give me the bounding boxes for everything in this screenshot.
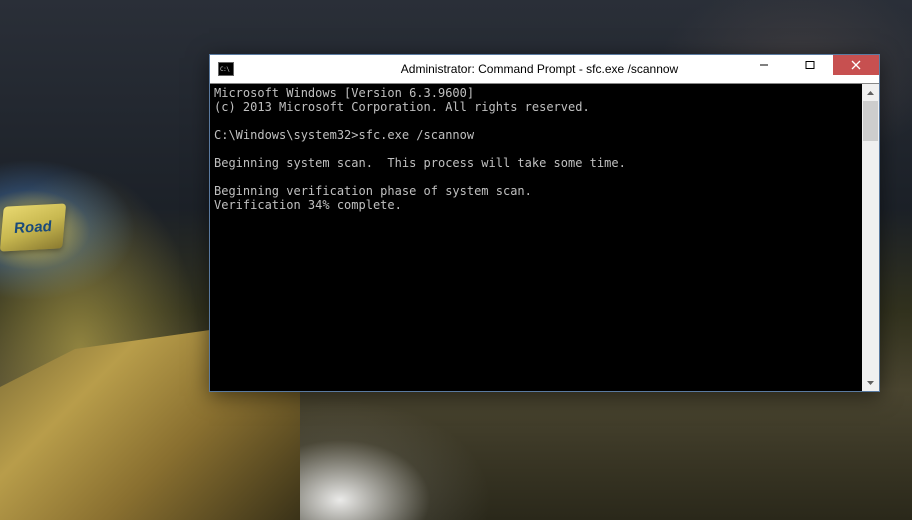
maximize-button[interactable] (787, 55, 833, 75)
minimize-button[interactable] (741, 55, 787, 75)
scroll-down-button[interactable] (862, 374, 879, 391)
scroll-thumb[interactable] (863, 101, 878, 141)
minimize-icon (759, 60, 769, 70)
chevron-down-icon (867, 381, 874, 385)
command-prompt-window[interactable]: Administrator: Command Prompt - sfc.exe … (209, 54, 880, 392)
window-controls (741, 55, 879, 75)
scroll-up-button[interactable] (862, 84, 879, 101)
close-icon (851, 60, 861, 70)
console-output[interactable]: Microsoft Windows [Version 6.3.9600] (c)… (210, 84, 862, 391)
console-area: Microsoft Windows [Version 6.3.9600] (c)… (210, 83, 879, 391)
maximize-icon (805, 60, 815, 70)
titlebar[interactable]: Administrator: Command Prompt - sfc.exe … (210, 55, 879, 83)
close-button[interactable] (833, 55, 879, 75)
wallpaper-sign: Road (0, 203, 66, 251)
cmd-icon (218, 62, 234, 76)
chevron-up-icon (867, 91, 874, 95)
scroll-track[interactable] (862, 101, 879, 374)
vertical-scrollbar[interactable] (862, 84, 879, 391)
